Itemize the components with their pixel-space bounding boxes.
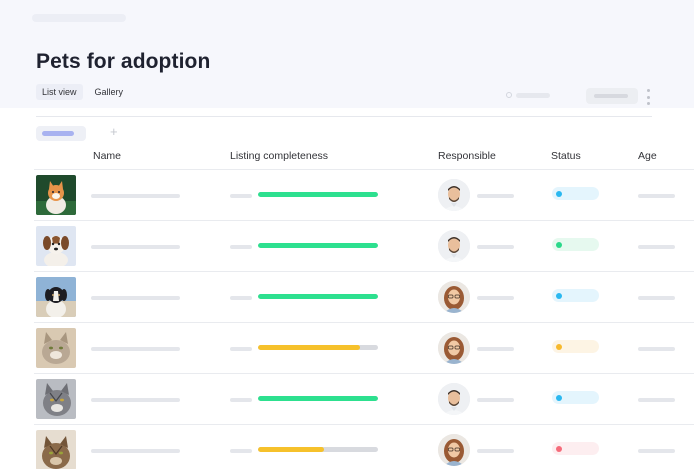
completeness-bar-fill (258, 243, 378, 248)
status-dot-icon (556, 445, 562, 452)
pet-name-placeholder (91, 347, 180, 351)
group-tab[interactable] (36, 126, 86, 141)
table-row[interactable] (34, 169, 694, 220)
age-placeholder (638, 296, 675, 300)
completeness-bar (258, 243, 378, 248)
age-placeholder (638, 347, 675, 351)
responsible-name-placeholder (477, 347, 514, 351)
table-row[interactable] (34, 373, 694, 424)
status-badge[interactable] (552, 442, 599, 455)
completeness-bar-fill (258, 345, 360, 350)
age-placeholder (638, 449, 675, 453)
completeness-label-placeholder (230, 296, 252, 300)
tab-list-view[interactable]: List view (36, 84, 83, 100)
status-dot-icon (556, 343, 562, 350)
table-row[interactable] (34, 220, 694, 271)
status-dot-icon (556, 190, 562, 197)
responsible-avatar[interactable] (438, 332, 470, 364)
pet-photo-cat[interactable] (36, 175, 76, 215)
table-row[interactable] (34, 322, 694, 373)
pet-name-placeholder (91, 245, 180, 249)
tab-gallery[interactable]: Gallery (89, 84, 130, 100)
table-row[interactable] (34, 271, 694, 322)
breadcrumb-placeholder (32, 14, 126, 22)
page-title: Pets for adoption (36, 50, 211, 73)
filter-button[interactable] (586, 88, 638, 104)
completeness-label-placeholder (230, 194, 252, 198)
status-badge[interactable] (552, 289, 599, 302)
pet-name-placeholder (91, 296, 180, 300)
completeness-bar (258, 294, 378, 299)
column-header-status[interactable]: Status (551, 150, 581, 162)
pet-photo-dog[interactable] (36, 226, 76, 266)
completeness-label-placeholder (230, 449, 252, 453)
responsible-avatar[interactable] (438, 230, 470, 262)
search-icon (506, 92, 512, 98)
column-header-age[interactable]: Age (638, 150, 657, 162)
completeness-label-placeholder (230, 245, 252, 249)
status-badge[interactable] (552, 391, 599, 404)
pet-photo-cat[interactable] (36, 430, 76, 469)
completeness-label-placeholder (230, 347, 252, 351)
completeness-bar-fill (258, 192, 378, 197)
completeness-bar-fill (258, 447, 324, 452)
column-header-name[interactable]: Name (93, 150, 121, 162)
status-dot-icon (556, 394, 562, 401)
search-input[interactable] (516, 92, 550, 98)
column-header-completeness[interactable]: Listing completeness (230, 150, 328, 162)
responsible-name-placeholder (477, 194, 514, 198)
responsible-avatar[interactable] (438, 434, 470, 466)
more-options-icon[interactable] (646, 89, 650, 105)
age-placeholder (638, 398, 675, 402)
status-dot-icon (556, 241, 562, 248)
pet-name-placeholder (91, 398, 180, 402)
view-tabs: List view Gallery (36, 84, 129, 100)
age-placeholder (638, 194, 675, 198)
search-box[interactable] (506, 92, 550, 98)
pet-photo-cat[interactable] (36, 328, 76, 368)
completeness-bar (258, 447, 378, 452)
responsible-name-placeholder (477, 398, 514, 402)
completeness-bar (258, 345, 378, 350)
pet-name-placeholder (91, 194, 180, 198)
responsible-name-placeholder (477, 449, 514, 453)
responsible-avatar[interactable] (438, 281, 470, 313)
status-badge[interactable] (552, 340, 599, 353)
responsible-name-placeholder (477, 296, 514, 300)
completeness-bar-fill (258, 396, 378, 401)
responsible-avatar[interactable] (438, 179, 470, 211)
pet-photo-dog[interactable] (36, 277, 76, 317)
pet-name-placeholder (91, 449, 180, 453)
status-badge[interactable] (552, 238, 599, 251)
status-dot-icon (556, 292, 562, 299)
responsible-name-placeholder (477, 245, 514, 249)
pet-photo-cat[interactable] (36, 379, 76, 419)
column-header-responsible[interactable]: Responsible (438, 150, 496, 162)
age-placeholder (638, 245, 675, 249)
header-divider (36, 116, 652, 117)
status-badge[interactable] (552, 187, 599, 200)
table-row[interactable] (34, 424, 694, 469)
completeness-bar (258, 192, 378, 197)
responsible-avatar[interactable] (438, 383, 470, 415)
completeness-label-placeholder (230, 398, 252, 402)
completeness-bar-fill (258, 294, 378, 299)
add-group-icon[interactable]: + (110, 124, 118, 139)
completeness-bar (258, 396, 378, 401)
